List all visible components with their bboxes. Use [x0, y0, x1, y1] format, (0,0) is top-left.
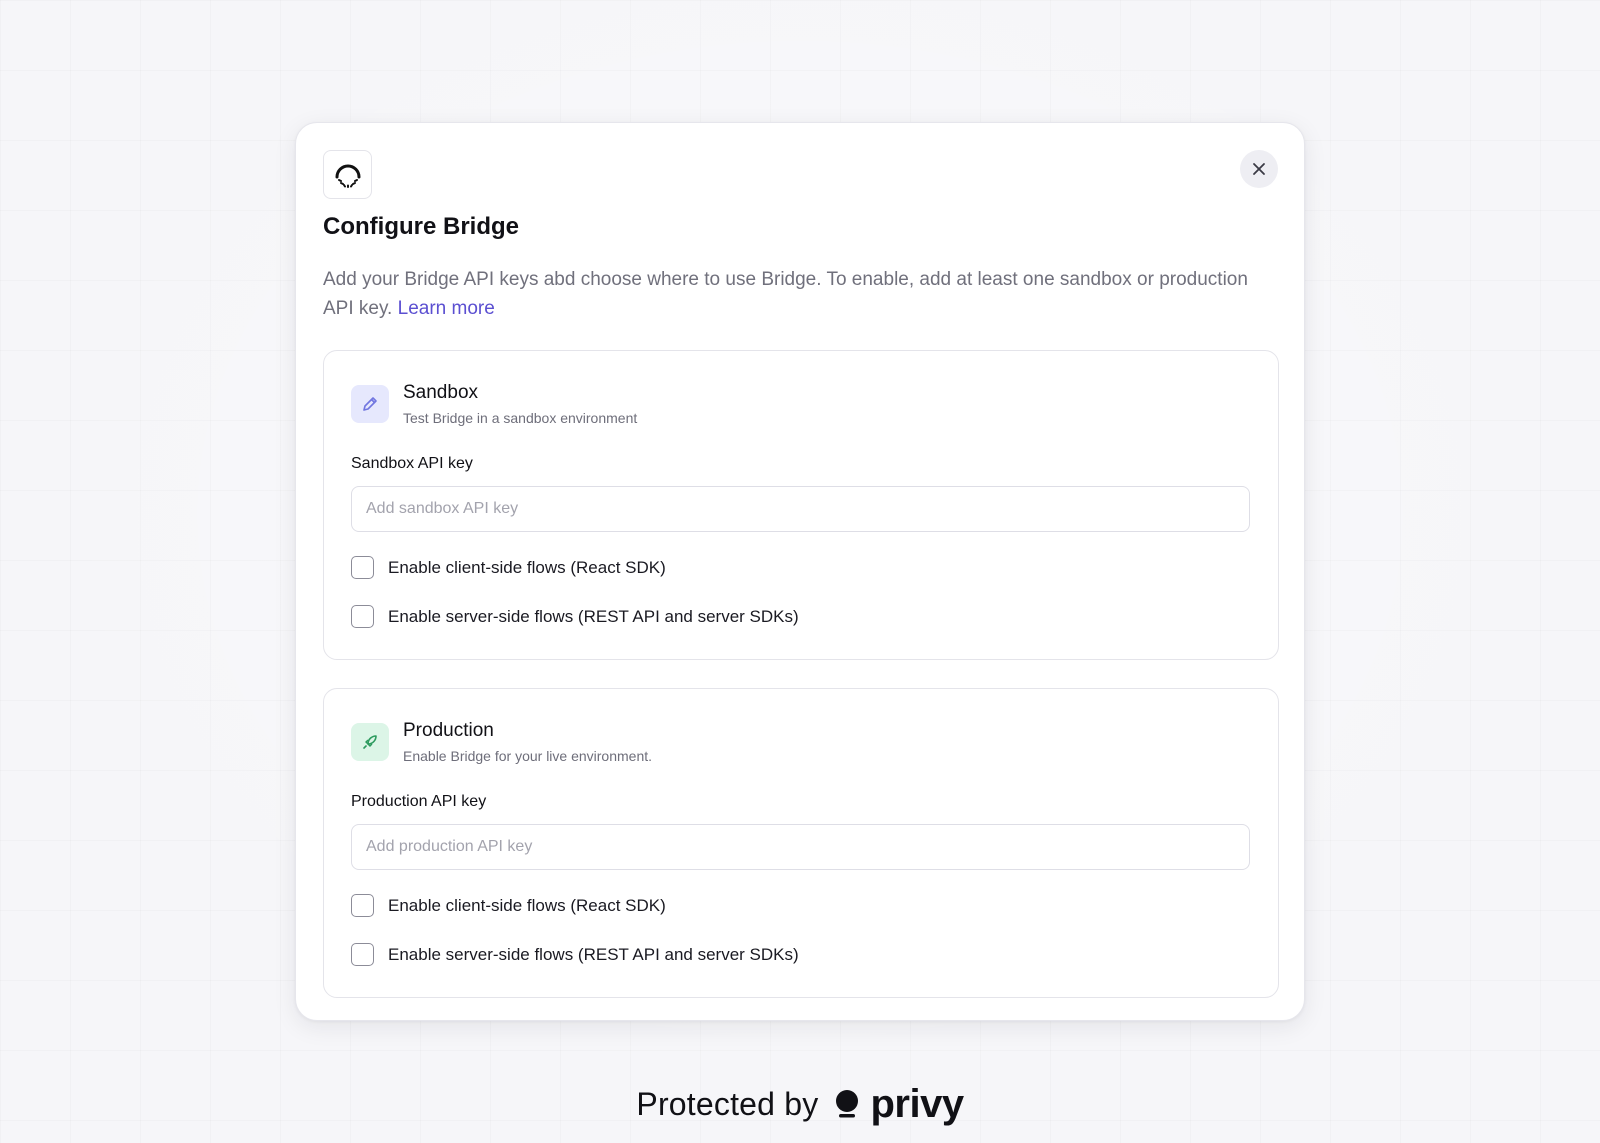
protected-by-footer: Protected by privy — [0, 1084, 1600, 1124]
sandbox-client-side-option[interactable]: Enable client-side flows (React SDK) — [351, 556, 666, 579]
configure-bridge-modal: Configure Bridge Add your Bridge API key… — [295, 122, 1305, 1021]
production-card: Production Enable Bridge for your live e… — [323, 688, 1279, 998]
production-client-side-option[interactable]: Enable client-side flows (React SDK) — [351, 894, 666, 917]
sandbox-card: Sandbox Test Bridge in a sandbox environ… — [323, 350, 1279, 660]
production-server-side-option[interactable]: Enable server-side flows (REST API and s… — [351, 943, 799, 966]
learn-more-link[interactable]: Learn more — [398, 298, 495, 319]
production-server-side-label: Enable server-side flows (REST API and s… — [388, 944, 799, 964]
production-client-side-checkbox[interactable] — [351, 894, 374, 917]
sandbox-client-side-checkbox[interactable] — [351, 556, 374, 579]
production-api-key-input[interactable] — [351, 824, 1250, 870]
sandbox-server-side-label: Enable server-side flows (REST API and s… — [388, 606, 799, 626]
privy-brand-name: privy — [870, 1082, 964, 1126]
production-client-side-label: Enable client-side flows (React SDK) — [388, 895, 666, 915]
sandbox-title: Sandbox — [403, 382, 479, 403]
sandbox-server-side-checkbox[interactable] — [351, 605, 374, 628]
privy-logo-icon — [834, 1089, 860, 1119]
production-api-key-label: Production API key — [351, 793, 487, 810]
close-button[interactable] — [1240, 150, 1278, 188]
sandbox-api-key-label: Sandbox API key — [351, 455, 473, 472]
rocket-icon — [351, 723, 389, 761]
sandbox-subtitle: Test Bridge in a sandbox environment — [403, 410, 638, 426]
bridge-logo-icon — [323, 150, 372, 199]
sandbox-client-side-label: Enable client-side flows (React SDK) — [388, 557, 666, 577]
production-subtitle: Enable Bridge for your live environment. — [403, 748, 653, 764]
protected-by-text: Protected by — [636, 1085, 819, 1122]
production-server-side-checkbox[interactable] — [351, 943, 374, 966]
sandbox-server-side-option[interactable]: Enable server-side flows (REST API and s… — [351, 605, 799, 628]
modal-description: Add your Bridge API keys abd choose wher… — [323, 265, 1263, 323]
sandbox-api-key-input[interactable] — [351, 486, 1250, 532]
modal-title: Configure Bridge — [323, 213, 519, 240]
pencil-icon — [351, 385, 389, 423]
production-title: Production — [403, 720, 494, 741]
close-icon — [1253, 163, 1265, 175]
